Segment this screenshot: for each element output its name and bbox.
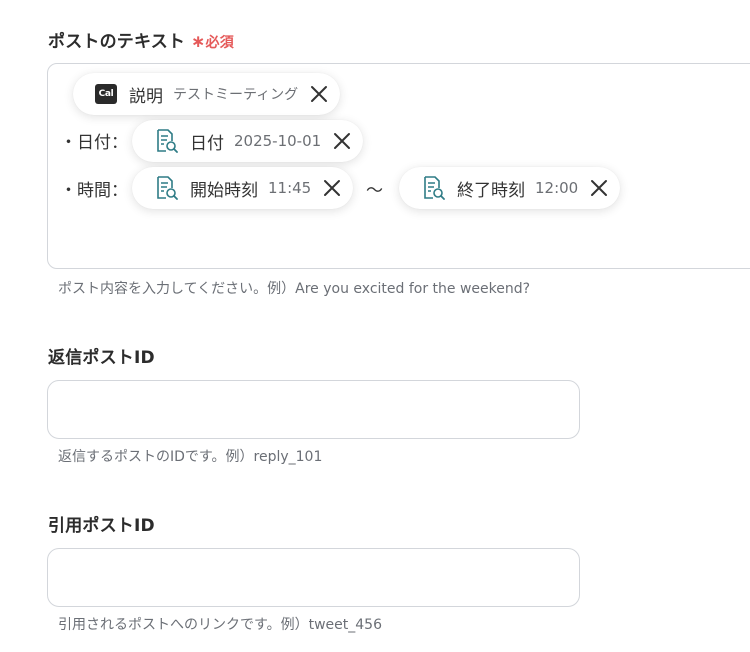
form-container: ポストのテキスト ∗必須 Cal 説明 テストミーティング ・日付： 日付 202…: [0, 0, 750, 652]
chip-value: 11:45: [268, 179, 312, 197]
reply-post-id-input[interactable]: [47, 380, 580, 439]
chip-label: 終了時刻: [457, 180, 525, 201]
document-search-icon: [421, 175, 445, 201]
required-asterisk-icon: ∗: [191, 32, 206, 52]
variable-chip-description[interactable]: Cal 説明 テストミーティング: [73, 73, 341, 115]
cal-logo-icon: Cal: [95, 84, 117, 104]
variable-chip-start-time[interactable]: 開始時刻 11:45: [132, 167, 354, 209]
chip-value: 2025-10-01: [234, 132, 322, 150]
close-icon[interactable]: [333, 132, 351, 150]
chip-label: 説明: [129, 86, 163, 107]
close-icon[interactable]: [323, 179, 341, 197]
post-text-label: ポストのテキスト ∗必須: [48, 27, 234, 52]
quote-post-id-input[interactable]: [47, 548, 580, 607]
required-badge: 必須: [205, 35, 234, 51]
time-prefix-text: ・時間：: [60, 181, 128, 201]
variable-chip-date[interactable]: 日付 2025-10-01: [132, 120, 364, 162]
close-icon[interactable]: [590, 179, 608, 197]
post-text-helper: ポスト内容を入力してください。例）Are you excited for the…: [58, 281, 531, 297]
chip-value: 12:00: [535, 179, 579, 197]
chip-label: 開始時刻: [190, 180, 258, 201]
range-tilde: 〜: [366, 181, 383, 201]
quote-post-id-label: 引用ポストID: [48, 516, 155, 536]
cal-logo: Cal: [95, 84, 117, 104]
variable-chip-end-time[interactable]: 終了時刻 12:00: [399, 167, 621, 209]
date-prefix-text: ・日付：: [60, 133, 128, 153]
chip-label: 日付: [190, 133, 224, 154]
document-search-icon: [154, 128, 178, 154]
post-text-label-text: ポストのテキスト: [48, 32, 186, 52]
reply-post-id-helper: 返信するポストのIDです。例）reply_101: [58, 449, 323, 465]
quote-post-id-helper: 引用されるポストへのリンクです。例）tweet_456: [58, 617, 382, 633]
reply-post-id-label: 返信ポストID: [48, 348, 155, 368]
close-icon[interactable]: [310, 85, 328, 103]
document-search-icon: [154, 175, 178, 201]
chip-value: テストミーティング: [173, 87, 299, 103]
